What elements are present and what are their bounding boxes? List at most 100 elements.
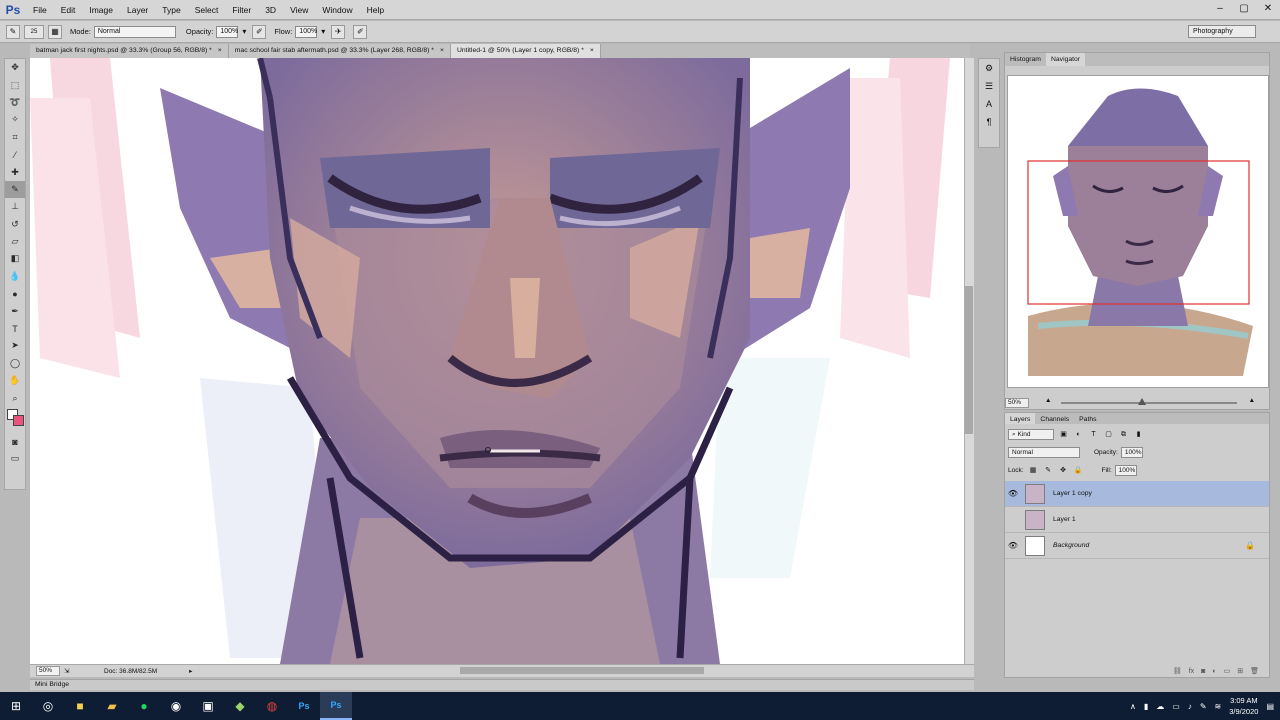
tab-batman[interactable]: batman jack first nights.psd @ 33.3% (Gr… [30,44,229,58]
visibility-eye-icon[interactable]: 👁 [1005,541,1021,550]
tab-channels[interactable]: Channels [1035,413,1074,424]
mini-bridge-panel[interactable]: Mini Bridge [30,679,974,690]
fill-input[interactable]: 100% [1114,464,1137,476]
notifications-icon[interactable]: ▤ [1266,702,1274,711]
tab-histogram[interactable]: Histogram [1005,53,1046,66]
cloud-icon[interactable]: ☁ [1156,702,1164,711]
layer-kind-filter[interactable]: ⌕ Kind [1008,428,1054,440]
menu-edit[interactable]: Edit [54,0,83,20]
add-mask-icon[interactable]: ◙ [1201,668,1205,675]
background-color[interactable] [13,414,24,426]
pixel-filter-icon[interactable]: ▣ [1058,429,1069,440]
file-explorer-icon[interactable]: ▰ [96,692,128,720]
flow-input[interactable]: 100% [295,25,318,38]
network-icon[interactable]: ▭ [1172,702,1180,711]
layer-row-layer-1[interactable]: Layer 1 [1005,507,1269,533]
menu-window[interactable]: Window [315,0,359,20]
steam-icon[interactable]: ◉ [160,692,192,720]
marquee-tool-icon[interactable]: ⬚ [5,76,25,93]
brush-tool-preset-icon[interactable]: ✎ [6,24,20,39]
crop-tool-icon[interactable]: ⌗ [5,129,25,146]
character-panel-icon[interactable]: A [979,95,999,113]
close-button[interactable]: ✕ [1256,0,1280,18]
layer-row-layer-1-copy[interactable]: 👁 Layer 1 copy [1005,481,1269,507]
menu-layer[interactable]: Layer [120,0,155,20]
photoshop-active-taskbar-icon[interactable]: Ps [320,692,352,720]
tab-mac-school[interactable]: mac school fair stab aftermath.psd @ 33.… [228,44,451,58]
pressure-size-icon[interactable]: ✐ [353,24,368,39]
visibility-eye-icon[interactable]: 👁 [1005,489,1021,498]
wifi-icon[interactable]: ≋ [1215,702,1222,711]
usb-icon[interactable]: ▮ [1144,702,1148,711]
navigator-zoom-slider[interactable] [1061,402,1237,404]
zoom-tool-icon[interactable]: ⌕ [5,389,25,406]
tab-untitled-1[interactable]: Untitled-1 @ 50% (Layer 1 copy, RGB/8) *… [450,44,601,58]
opacity-input[interactable]: 100% [216,25,239,38]
lock-position-icon[interactable]: ✥ [1058,465,1069,476]
quick-select-tool-icon[interactable]: ✧ [5,111,25,128]
workspace-switcher[interactable]: Photography [1188,25,1256,38]
minimize-button[interactable]: – [1208,0,1232,18]
shape-tool-icon[interactable]: ◯ [5,355,25,372]
lock-pixels-icon[interactable]: ✎ [1043,465,1054,476]
new-group-icon[interactable]: ▭ [1224,667,1231,675]
spotify-icon[interactable]: ● [128,692,160,720]
navigator-zoom-knob[interactable] [1138,398,1146,405]
quick-mask-icon[interactable]: ◙ [5,433,25,450]
brush-presets-icon[interactable]: ⚙ [979,59,999,77]
close-tab-icon[interactable]: × [440,47,444,54]
zoom-in-icon[interactable]: ▲ [1249,397,1255,404]
horizontal-scroll-thumb[interactable] [460,667,704,674]
screen-mode-icon[interactable]: ▭ [5,450,25,467]
obs-app-icon[interactable]: ◎ [32,692,64,720]
clock[interactable]: 3:09 AM 3/9/2020 [1229,695,1258,717]
lasso-tool-icon[interactable]: ➰ [5,94,25,111]
pressure-opacity-icon[interactable]: ✐ [252,24,267,39]
dodge-tool-icon[interactable]: ● [5,285,25,302]
fx-icon[interactable]: fx [1189,668,1194,675]
menu-select[interactable]: Select [188,0,226,20]
new-layer-icon[interactable]: ⊞ [1237,667,1243,675]
tab-navigator[interactable]: Navigator [1045,53,1086,66]
hand-tool-icon[interactable]: ✋ [5,372,25,389]
opacity-dropdown-icon[interactable]: ▾ [240,25,248,39]
link-layers-icon[interactable]: ⛓ [1173,667,1182,675]
zoom-out-icon[interactable]: ▲ [1045,397,1051,404]
lock-all-icon[interactable]: 🔒 [1073,465,1084,476]
color-swatches[interactable] [5,407,25,433]
paragraph-panel-icon[interactable]: ¶ [979,113,999,131]
eyedropper-tool-icon[interactable]: ⁄ [5,146,25,163]
clone-stamp-tool-icon[interactable]: ⊥ [5,198,25,215]
layer-row-background[interactable]: 👁 Background 🔒 [1005,533,1269,559]
brush-tool-icon[interactable]: ✎ [5,180,25,199]
eraser-tool-icon[interactable]: ▱ [5,233,25,250]
photoshop-taskbar-icon[interactable]: Ps [288,692,320,720]
menu-file[interactable]: File [26,0,54,20]
menu-3d[interactable]: 3D [258,0,283,20]
status-zoom-field[interactable]: 50% [36,666,60,676]
move-tool-icon[interactable]: ✥ [5,59,25,76]
flow-dropdown-icon[interactable]: ▾ [319,25,327,39]
menu-help[interactable]: Help [360,0,391,20]
app-icon[interactable]: ▣ [192,692,224,720]
menu-image[interactable]: Image [82,0,120,20]
tab-paths[interactable]: Paths [1074,413,1101,424]
smart-object-filter-icon[interactable]: ⧉ [1118,429,1129,440]
shape-filter-icon[interactable]: ▢ [1103,429,1114,440]
volume-icon[interactable]: ♪ [1188,702,1192,711]
close-tab-icon[interactable]: × [590,47,594,54]
brush-panel-icon[interactable]: ▦ [48,24,62,39]
gradient-tool-icon[interactable]: ◧ [5,250,25,267]
blur-tool-icon[interactable]: 💧 [5,268,25,285]
path-selection-tool-icon[interactable]: ➤ [5,337,25,354]
brush-size-picker[interactable]: 25 [24,24,44,39]
filter-toggle-icon[interactable]: ▮ [1133,429,1144,440]
sticky-notes-app-icon[interactable]: ■ [64,692,96,720]
maximize-button[interactable]: ▢ [1232,0,1256,18]
type-filter-icon[interactable]: T [1088,429,1099,440]
chrome-icon[interactable]: ◍ [256,692,288,720]
vertical-scroll-thumb[interactable] [965,286,973,434]
healing-brush-tool-icon[interactable]: ✚ [5,163,25,180]
delete-layer-icon[interactable]: 🗑 [1250,667,1259,675]
close-tab-icon[interactable]: × [218,47,222,54]
